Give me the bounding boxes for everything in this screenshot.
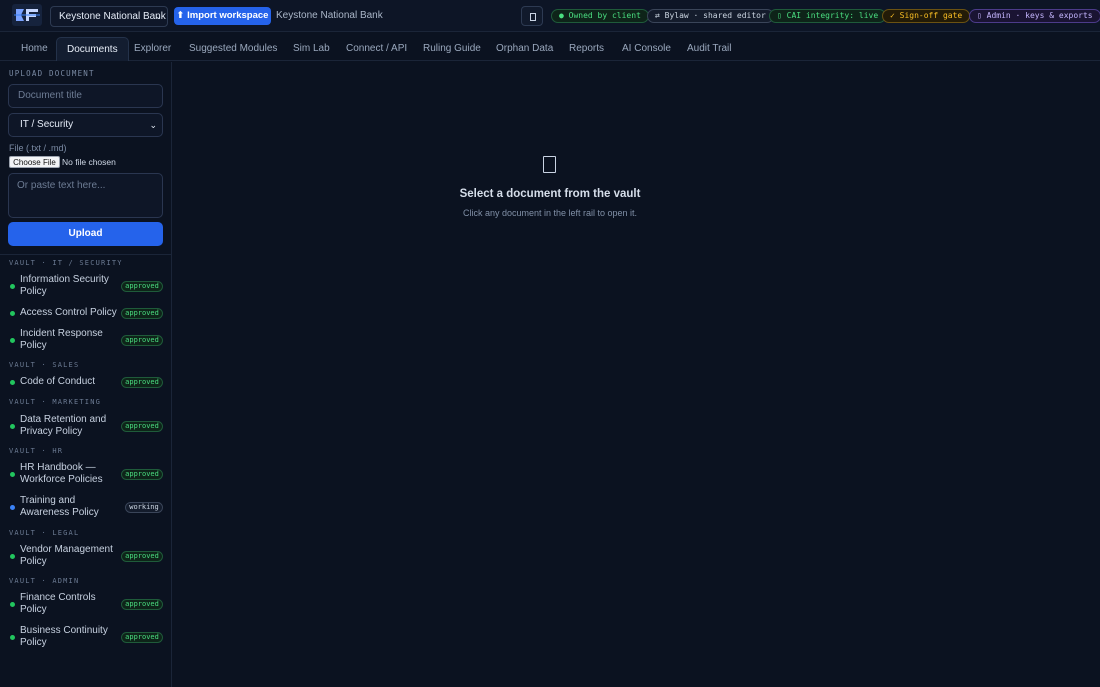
tab-sim-lab[interactable]: Sim Lab: [283, 37, 340, 61]
status-badge: approved: [121, 421, 163, 432]
cai-integrity-badge: ▯ CAI integrity: live: [769, 9, 887, 23]
vault-group-label: VAULT · LEGAL: [9, 529, 80, 537]
doc-name: HR Handbook — Workforce Policies: [20, 462, 103, 485]
status-dot-icon: [10, 472, 15, 477]
tab-explorer[interactable]: Explorer: [124, 37, 181, 61]
tab-connect-api[interactable]: Connect / API: [336, 37, 417, 61]
category-select[interactable]: IT / Security ⌄: [8, 113, 163, 137]
empty-state-subtitle: Click any document in the left rail to o…: [462, 208, 638, 218]
empty-state-title: Select a document from the vault: [459, 188, 641, 200]
document-viewer: Select a document from the vault Click a…: [172, 62, 1100, 687]
status-dot-icon: [10, 505, 15, 510]
status-dot-icon: [10, 338, 15, 343]
status-badge: approved: [121, 281, 163, 292]
sidebar: UPLOAD DOCUMENT Document title IT / Secu…: [0, 62, 172, 687]
choose-file-button[interactable]: Choose File: [9, 156, 60, 168]
document-icon: [543, 156, 556, 173]
vault-group-label: VAULT · HR: [9, 447, 64, 455]
chevron-down-icon: ⌄: [154, 11, 162, 21]
status-dot-icon: [10, 554, 15, 559]
doc-name: Incident Response Policy: [20, 328, 103, 351]
status-badge: approved: [121, 632, 163, 643]
doc-name: Code of Conduct: [20, 376, 96, 387]
status-dot-icon: [10, 311, 15, 316]
tab-home[interactable]: Home: [11, 37, 58, 61]
admin-keys-badge[interactable]: ▯ Admin · keys & exports: [969, 9, 1100, 23]
tab-ruling-guide[interactable]: Ruling Guide: [413, 37, 491, 61]
chevron-down-icon: ⌄: [149, 120, 157, 130]
doc-name: Vendor Management Policy: [20, 544, 113, 567]
doc-name: Access Control Policy: [20, 307, 117, 318]
status-dot-icon: [10, 380, 15, 385]
doc-name: Information Security Policy: [20, 274, 109, 297]
tab-ai-console[interactable]: AI Console: [612, 37, 681, 61]
sidebar-divider: [0, 254, 171, 255]
vault-group-label: VAULT · SALES: [9, 361, 80, 369]
upload-button[interactable]: Upload: [8, 222, 163, 246]
status-badge: approved: [121, 377, 163, 388]
bylaw-editor-badge: ⇄ Bylaw · shared editor: [647, 9, 774, 23]
import-workspace-button[interactable]: ⬆ Import workspace: [174, 7, 271, 25]
status-badge: approved: [121, 599, 163, 610]
vault-group-label: VAULT · IT / SECURITY: [9, 259, 123, 267]
tab-suggested-modules[interactable]: Suggested Modules: [179, 37, 287, 61]
status-badge: approved: [121, 308, 163, 319]
status-dot-icon: [10, 284, 15, 289]
status-badge: approved: [121, 551, 163, 562]
owned-by-client-badge: ● Owned by client: [551, 9, 649, 23]
layout-toggle-button[interactable]: [521, 6, 543, 26]
app-logo-icon: [12, 4, 42, 26]
org-select-value: Keystone National Bank: [59, 11, 166, 22]
org-select[interactable]: Keystone National Bank ⌄: [50, 6, 168, 27]
vault-group-label: VAULT · ADMIN: [9, 577, 80, 585]
top-bar: Keystone National Bank ⌄ ⬆ Import worksp…: [0, 0, 1100, 32]
status-badge: working: [125, 502, 163, 513]
upload-section-label: UPLOAD DOCUMENT: [9, 69, 95, 78]
status-dot-icon: [10, 602, 15, 607]
doc-name: Training and Awareness Policy: [20, 495, 99, 518]
tab-audit-trail[interactable]: Audit Trail: [677, 37, 741, 61]
category-select-value: IT / Security: [20, 119, 74, 130]
workspace-name: Keystone National Bank: [276, 10, 383, 21]
status-badge: approved: [121, 335, 163, 346]
status-dot-icon: [10, 635, 15, 640]
status-badge: approved: [121, 469, 163, 480]
file-field-label: File (.txt / .md): [9, 143, 67, 153]
tab-orphan-data[interactable]: Orphan Data: [486, 37, 563, 61]
main-nav: Home Documents Explorer Suggested Module…: [0, 33, 1100, 61]
document-title-input[interactable]: Document title: [8, 84, 163, 108]
tab-reports[interactable]: Reports: [559, 37, 614, 61]
file-status-text: No file chosen: [62, 157, 116, 167]
paste-text-area[interactable]: Or paste text here...: [8, 173, 163, 218]
status-dot-icon: [10, 424, 15, 429]
doc-name: Data Retention and Privacy Policy: [20, 414, 107, 437]
tab-documents[interactable]: Documents: [56, 37, 129, 61]
doc-name: Business Continuity Policy: [20, 625, 108, 648]
doc-name: Finance Controls Policy: [20, 592, 96, 615]
signoff-gate-badge[interactable]: ✓ Sign-off gate: [882, 9, 971, 23]
vault-group-label: VAULT · MARKETING: [9, 398, 102, 406]
